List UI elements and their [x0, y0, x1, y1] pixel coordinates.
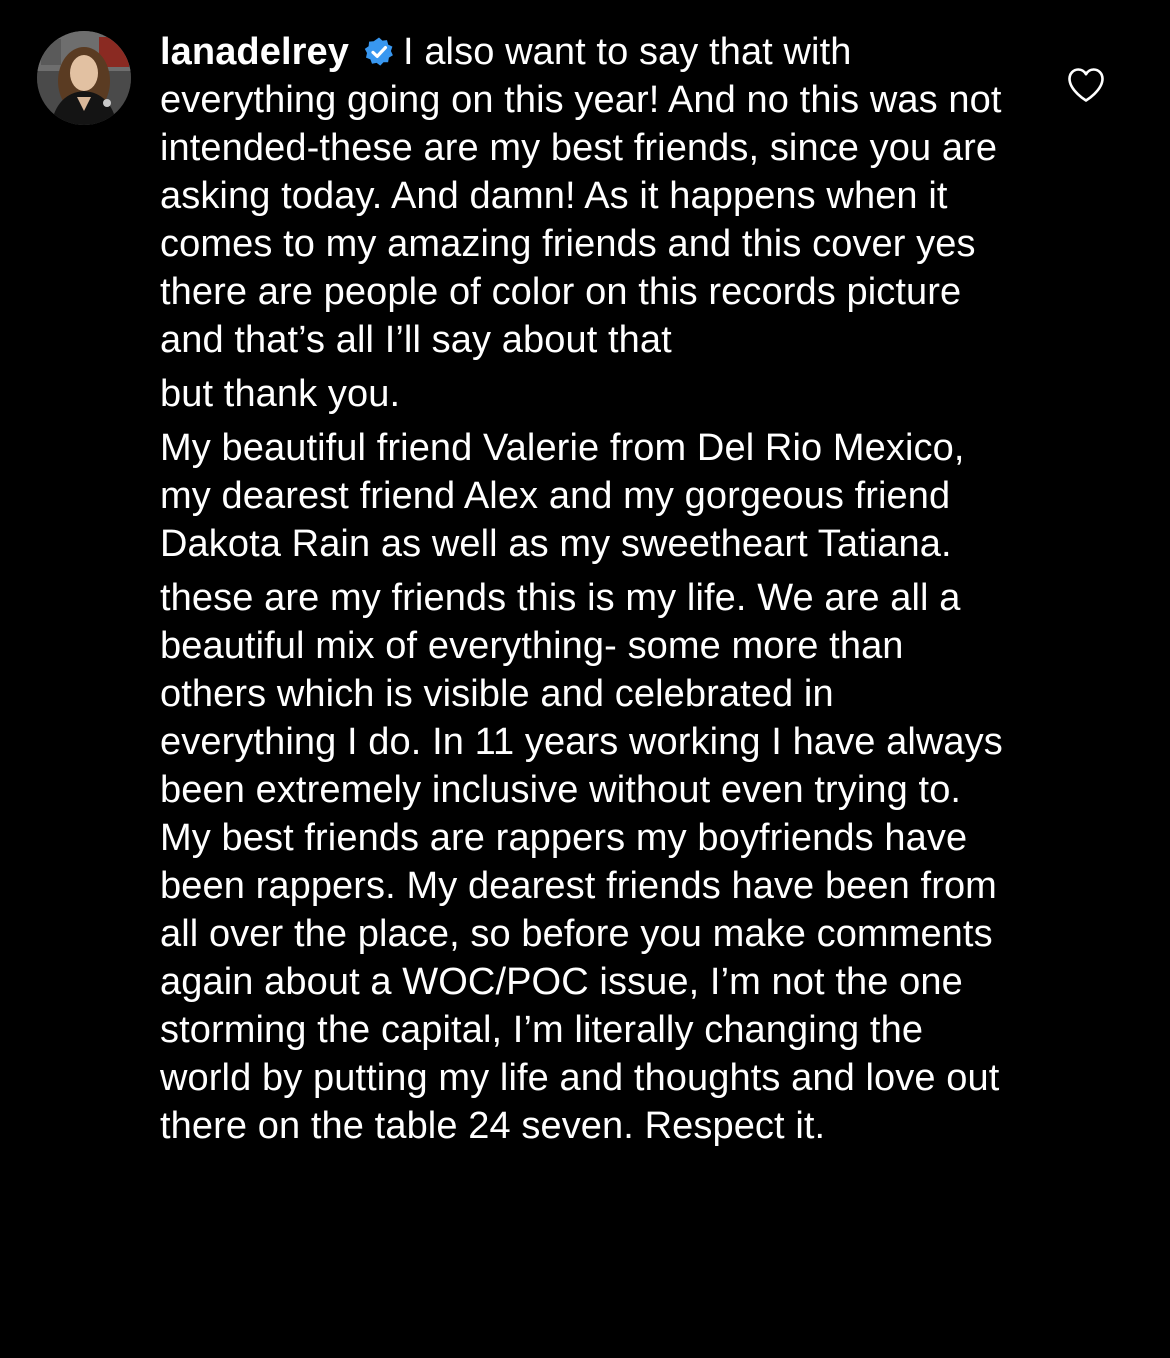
comment-paragraph: lanadelrey I also want to say that with e… — [160, 28, 1010, 364]
heart-outline-icon — [1068, 68, 1104, 102]
comment-body: lanadelrey I also want to say that with e… — [160, 28, 1010, 1150]
comment-paragraph: My beautiful friend Valerie from Del Rio… — [160, 427, 965, 565]
avatar[interactable] — [37, 31, 131, 125]
verified-badge-icon — [363, 36, 395, 68]
comment-paragraph: but thank you. — [160, 373, 401, 415]
comment-paragraph: these are my friends this is my life. We… — [160, 577, 1003, 1147]
avatar-image — [37, 31, 131, 125]
comment: lanadelrey I also want to say that with e… — [0, 0, 1170, 1358]
username-link[interactable]: lanadelrey — [160, 31, 349, 73]
like-button[interactable] — [1066, 66, 1106, 104]
comment-text: I also want to say that with everything … — [160, 31, 1002, 361]
